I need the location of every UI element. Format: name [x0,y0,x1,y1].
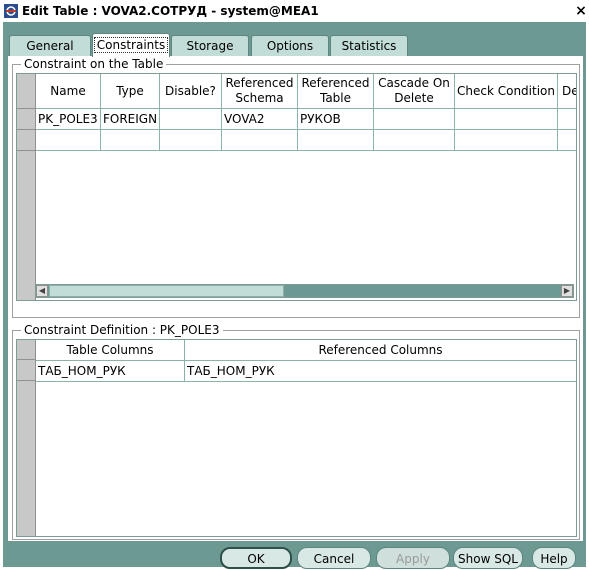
tab-storage[interactable]: Storage [171,35,249,56]
cell-referenced-column[interactable]: ТАБ_НОМ_РУК [185,361,576,381]
tab-label: Statistics [341,39,397,53]
tab-label: General [26,39,74,53]
cell-deferrable[interactable] [558,130,576,150]
row-selector[interactable] [17,109,35,130]
cell-type[interactable]: FOREIGN [101,109,160,129]
arrow-right-icon[interactable]: ▶ [561,285,573,297]
cancel-button[interactable]: Cancel [297,547,371,569]
group-legend: Constraint on the Table [21,57,167,71]
cell-disable[interactable] [160,130,222,150]
cell-name[interactable] [36,130,101,150]
cell-cascade-on-delete[interactable] [374,130,455,150]
corner-cell [17,74,35,109]
row-selector[interactable] [17,360,35,381]
dialog-body: General Constraints Storage Options Stat… [3,22,586,569]
constraint-table-group: Constraint on the Table Name Type Disabl… [12,57,580,318]
cell-referenced-schema[interactable] [222,130,298,150]
column-header-deferrable[interactable]: De [558,74,576,108]
cell-check-condition[interactable] [455,130,558,150]
corner-cell [17,340,35,360]
cell-check-condition[interactable] [455,109,558,129]
tab-label: Constraints [93,37,169,53]
scrollbar-thumb[interactable] [49,285,284,297]
constraint-definition-group: Constraint Definition : PK_POLE3 Table C… [12,323,580,540]
cell-disable[interactable] [160,109,222,129]
row-divider [36,150,576,151]
column-header-cascade-on-delete[interactable]: Cascade On Delete [374,74,455,108]
column-header-referenced-table[interactable]: Referenced Table [298,74,374,108]
edit-table-window: Edit Table : VOVA2.СОТРУД - system@MEA1 … [0,0,589,569]
cell-type[interactable] [101,130,160,150]
column-header-disable[interactable]: Disable? [160,74,222,108]
column-header-referenced-schema[interactable]: Referenced Schema [222,74,298,108]
definition-grid: Table Columns Referenced Columns ТАБ_НОМ… [16,339,577,537]
title-bar: Edit Table : VOVA2.СОТРУД - system@MEA1 … [0,0,589,22]
constraints-panel: Constraint on the Table Name Type Disabl… [8,56,583,541]
arrow-left-icon[interactable]: ◀ [36,285,48,297]
cell-table-column[interactable]: ТАБ_НОМ_РУК [36,361,185,381]
column-header-referenced-columns[interactable]: Referenced Columns [185,340,576,360]
horizontal-scrollbar[interactable]: ◀ ▶ [35,284,574,298]
tab-constraints[interactable]: Constraints [92,33,170,57]
tab-label: Storage [186,39,234,53]
row-divider [36,381,576,382]
group-legend: Constraint Definition : PK_POLE3 [21,323,223,337]
tab-options[interactable]: Options [251,35,329,56]
cell-deferrable[interactable] [558,109,576,129]
close-icon[interactable]: × [574,3,588,19]
apply-button[interactable]: Apply [376,547,450,569]
column-header-check-condition[interactable]: Check Condition [455,74,558,108]
cell-referenced-schema[interactable]: VOVA2 [222,109,298,129]
column-header-table-columns[interactable]: Table Columns [36,340,185,360]
column-header-name[interactable]: Name [36,74,101,108]
oracle-app-icon [4,4,18,18]
cell-referenced-table[interactable]: РУКОВ [298,109,374,129]
row-selector[interactable] [17,130,35,151]
tab-label: Options [266,39,314,53]
cell-name[interactable]: PK_POLE3 [36,109,101,129]
tab-general[interactable]: General [9,35,91,56]
column-header-type[interactable]: Type [101,74,160,108]
constraint-grid: Name Type Disable? Referenced Schema Ref… [16,73,577,301]
tab-statistics[interactable]: Statistics [330,35,408,56]
window-title: Edit Table : VOVA2.СОТРУД - system@MEA1 [22,4,319,18]
ok-button[interactable]: OK [220,547,292,569]
help-button[interactable]: Help [532,547,576,569]
cell-cascade-on-delete[interactable] [374,109,455,129]
cell-referenced-table[interactable] [298,130,374,150]
show-sql-button[interactable]: Show SQL [453,547,523,569]
